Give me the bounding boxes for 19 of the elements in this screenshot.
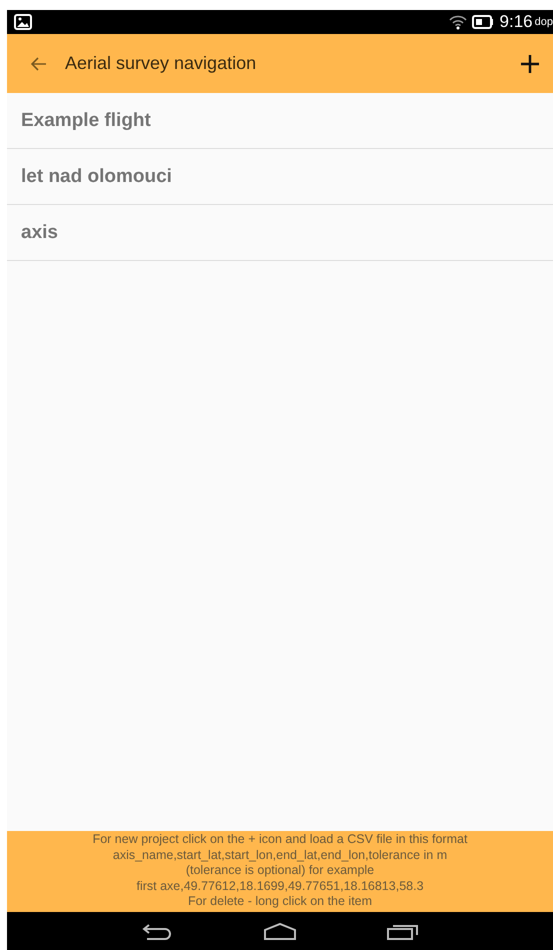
app-title: Aerial survey navigation <box>65 53 256 74</box>
wifi-icon <box>448 14 467 30</box>
status-time: 9:16 <box>500 12 533 32</box>
help-text: (tolerance is optional) for example <box>186 863 374 879</box>
recents-icon[interactable] <box>387 922 419 940</box>
back-arrow-icon[interactable] <box>31 56 47 70</box>
project-item[interactable]: let nad olomouci <box>7 149 553 205</box>
plus-icon[interactable] <box>521 54 539 72</box>
help-text: first axe,49.77612,18.1699,49.77651,18.16813,58.3 <box>136 878 424 894</box>
battery-icon <box>472 15 494 29</box>
status-time-suffix: dop <box>534 16 553 28</box>
picture-icon <box>14 14 32 30</box>
help-text: For new project click on the + icon and load a CSV file in this format <box>92 832 468 848</box>
help-text: For delete - long click on the item <box>188 894 372 910</box>
project-item[interactable]: axis <box>7 205 553 261</box>
home-icon[interactable] <box>263 922 297 940</box>
help-text: axis_name,start_lat,start_lon,end_lat,end_lon,tolerance in m <box>112 848 448 864</box>
project-item[interactable]: Example flight <box>7 93 553 149</box>
back-icon[interactable] <box>141 922 173 940</box>
